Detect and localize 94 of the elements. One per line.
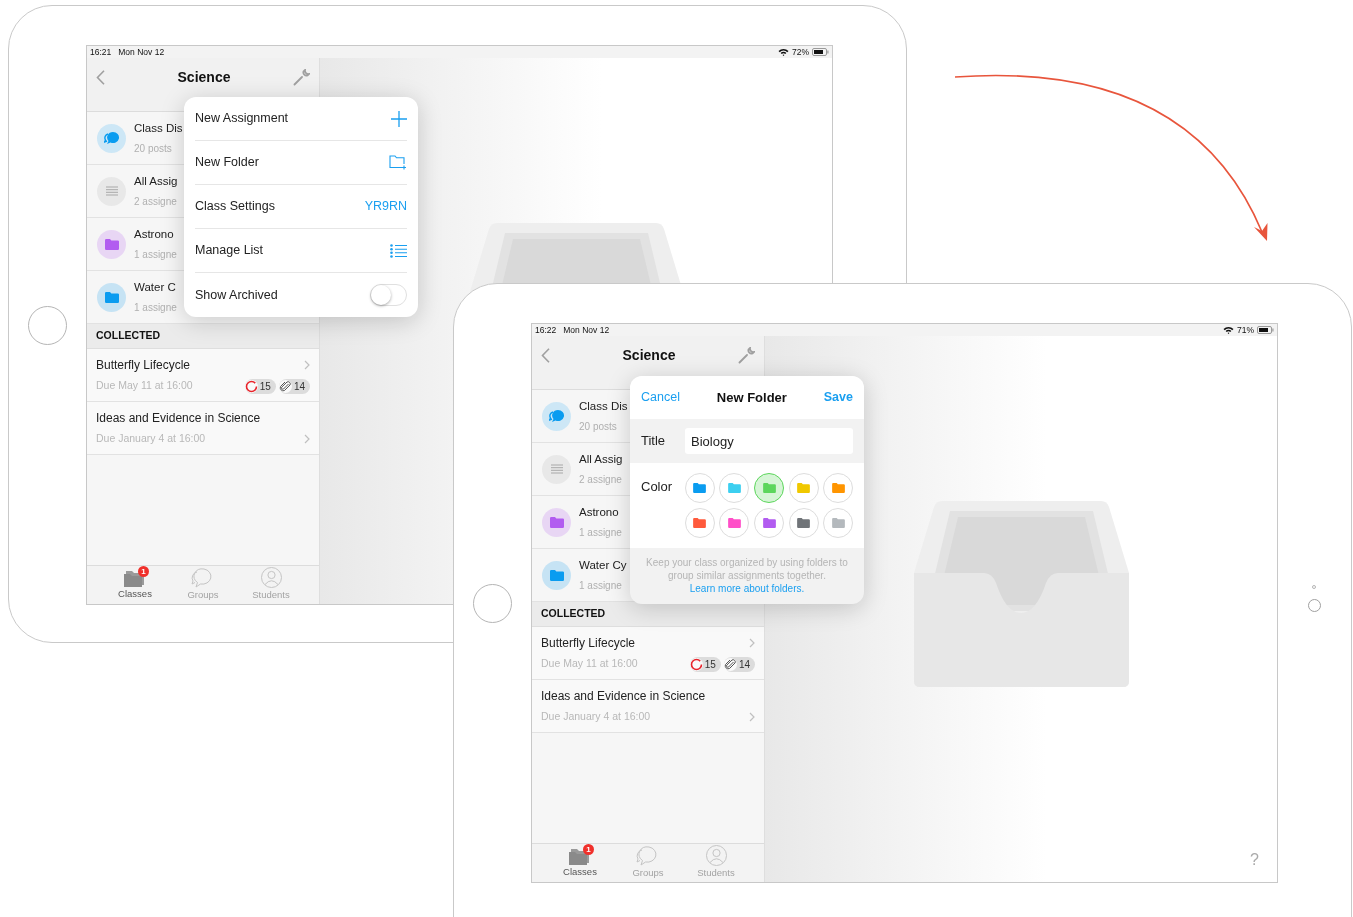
section-header: COLLECTED <box>96 328 161 344</box>
attachment-count: 14 <box>723 656 755 672</box>
color-swatch[interactable] <box>754 508 784 538</box>
folders-icon <box>124 568 146 587</box>
title-field[interactable]: Biology <box>685 428 853 454</box>
chevron-icon <box>304 360 310 371</box>
wrench-icon[interactable] <box>293 69 310 86</box>
item-subtitle: 20 posts <box>134 141 173 156</box>
nav-title: Science <box>622 346 676 365</box>
item-title[interactable]: Water Cy <box>579 557 627 575</box>
paperclip-icon <box>723 657 737 671</box>
color-label: Color <box>641 478 674 496</box>
ring-icon <box>244 379 258 393</box>
section-header: COLLECTED <box>541 606 606 622</box>
item-subtitle: 2 assigne <box>579 472 623 487</box>
paperclip-icon <box>278 379 292 393</box>
attachment-count: 14 <box>278 378 310 394</box>
color-swatch[interactable] <box>684 508 715 538</box>
battery-percent: 72% <box>792 45 809 59</box>
assignment-title[interactable]: Ideas and Evidence in Science <box>96 409 261 428</box>
color-swatch[interactable] <box>754 473 784 503</box>
status-date: Mon Nov 12 <box>118 45 165 59</box>
menu-item[interactable]: Class Settings <box>195 197 275 216</box>
notification-badge: 1 <box>138 565 149 577</box>
list-icon <box>390 243 407 258</box>
color-swatch[interactable] <box>788 508 819 538</box>
item-subtitle: 1 assigne <box>134 247 177 262</box>
tab-bar-item[interactable]: Classes 1 <box>107 568 163 602</box>
menu-item[interactable]: New Assignment <box>195 109 289 128</box>
item-title[interactable]: All Assig <box>579 451 623 469</box>
home-button[interactable] <box>28 306 67 345</box>
color-swatch[interactable] <box>823 473 854 503</box>
item-subtitle: 2 assigne <box>134 194 178 209</box>
assignment-title[interactable]: Butterfly Lifecycle <box>96 356 191 375</box>
ring-icon <box>689 657 703 671</box>
item-title[interactable]: Class Dis <box>579 398 628 416</box>
color-swatch[interactable] <box>788 473 819 503</box>
back-icon[interactable] <box>541 348 550 363</box>
item-title[interactable]: Water C <box>134 279 177 297</box>
due-date: Due January 4 at 16:00 <box>541 709 651 725</box>
status-time: 16:22 <box>535 323 557 337</box>
nav-title: Science <box>177 68 231 87</box>
chat-bubbles-icon <box>548 409 565 423</box>
folder-plus-icon <box>389 155 407 170</box>
item-subtitle: 20 posts <box>579 419 618 434</box>
wifi-icon <box>1223 326 1234 334</box>
due-date: Due May 11 at 16:00 <box>541 656 638 672</box>
lines-icon <box>105 186 118 196</box>
person-icon <box>705 845 727 867</box>
wifi-icon <box>778 48 789 56</box>
assignment-title[interactable]: Ideas and Evidence in Science <box>541 687 706 706</box>
battery-icon <box>1257 326 1274 334</box>
chevron-icon <box>304 434 310 444</box>
folders-icon <box>569 846 591 865</box>
pending-count: 15 <box>689 656 721 672</box>
chevron-icon <box>749 638 755 649</box>
battery-percent: 71% <box>1237 323 1254 337</box>
popover-title: New Folder <box>716 388 787 407</box>
due-date: Due January 4 at 16:00 <box>96 431 206 447</box>
class-code: YR9RN <box>364 198 407 216</box>
plus-icon <box>391 110 407 127</box>
item-title[interactable]: All Assig <box>134 173 178 191</box>
item-title[interactable]: Class Dis <box>134 120 183 138</box>
status-time: 16:21 <box>90 45 112 59</box>
color-swatch[interactable] <box>719 473 750 503</box>
chat-bubbles-icon <box>191 567 215 588</box>
battery-icon <box>812 48 829 56</box>
item-title[interactable]: Astrono <box>579 504 622 522</box>
color-swatch[interactable] <box>684 473 715 503</box>
toggle-switch[interactable] <box>370 284 407 306</box>
assignment-title[interactable]: Butterfly Lifecycle <box>541 634 636 653</box>
color-swatch[interactable] <box>823 508 854 538</box>
wrench-icon[interactable] <box>738 347 755 364</box>
menu-item[interactable]: Show Archived <box>195 285 278 305</box>
title-label: Title <box>641 432 667 451</box>
item-title[interactable]: Astrono <box>134 226 177 244</box>
person-icon <box>260 567 282 589</box>
chat-bubbles-icon <box>636 845 660 866</box>
status-date: Mon Nov 12 <box>563 323 610 337</box>
menu-item[interactable]: New Folder <box>195 153 259 172</box>
menu-item[interactable]: Manage List <box>195 241 264 260</box>
home-button[interactable] <box>473 584 512 623</box>
chevron-icon <box>749 712 755 722</box>
due-date: Due May 11 at 16:00 <box>96 378 193 394</box>
item-subtitle: 1 assigne <box>579 578 623 593</box>
tab-bar-item[interactable]: Classes 1 <box>552 846 608 880</box>
color-swatch[interactable] <box>719 508 750 538</box>
back-icon[interactable] <box>96 70 105 85</box>
notification-badge: 1 <box>583 843 594 855</box>
lines-icon <box>550 464 563 474</box>
pending-count: 15 <box>244 378 276 394</box>
item-subtitle: 1 assigne <box>579 525 622 540</box>
item-subtitle: 1 assigne <box>134 300 177 315</box>
chat-bubbles-icon <box>103 131 120 145</box>
